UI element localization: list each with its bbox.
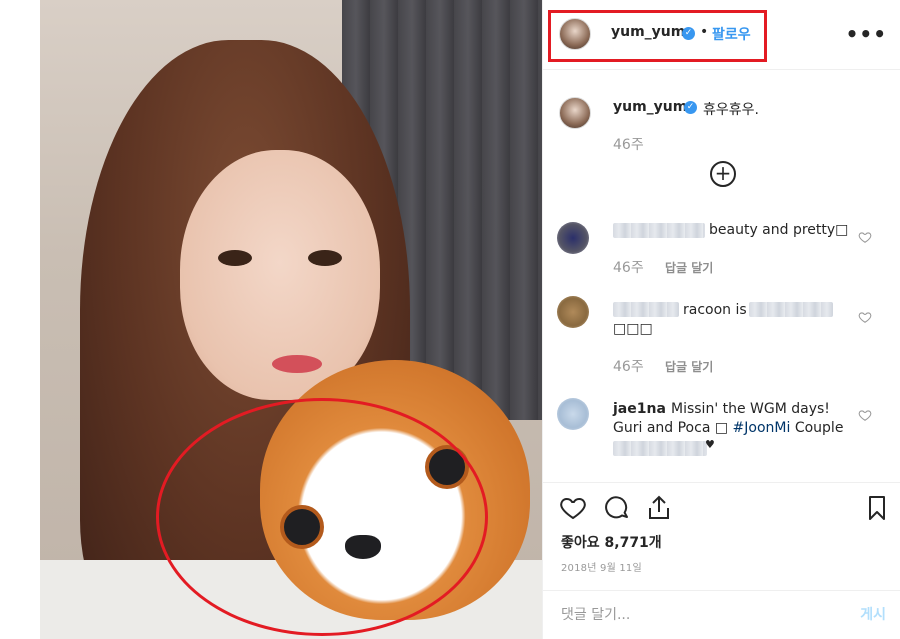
comment-text: racoon is: [683, 302, 747, 318]
comment-username[interactable]: jae1na: [613, 401, 666, 417]
verified-badge-icon: ✓: [684, 101, 697, 114]
bookmark-icon[interactable]: [863, 494, 891, 522]
post-photo[interactable]: [40, 0, 542, 639]
blurred-username: [613, 302, 679, 317]
follow-button[interactable]: 팔로우: [712, 24, 751, 44]
left-eye: [218, 250, 252, 266]
post-header: yum_yum ✓ • 팔로우 •••: [543, 0, 900, 70]
verified-badge-icon: ✓: [682, 27, 695, 40]
caption-avatar[interactable]: [559, 97, 591, 129]
comment-text-line2: □□□: [613, 321, 653, 337]
comment-avatar[interactable]: [557, 398, 589, 430]
more-icon[interactable]: •••: [846, 22, 887, 46]
caption-username[interactable]: yum_yum: [613, 99, 687, 115]
divider: [543, 482, 900, 483]
like-heart-icon[interactable]: [559, 494, 587, 522]
heart-icon[interactable]: [858, 230, 872, 244]
share-icon[interactable]: [645, 494, 673, 522]
lips: [272, 355, 322, 373]
comment-input[interactable]: 댓글 달기...: [561, 604, 630, 624]
comment-avatar[interactable]: [557, 296, 589, 328]
avatar[interactable]: [559, 18, 591, 50]
header-username[interactable]: yum_yum: [611, 24, 685, 40]
post-comment-button[interactable]: 게시: [860, 604, 886, 624]
hashtag-link[interactable]: #JoonMi: [733, 420, 791, 436]
comment-time[interactable]: 46주: [613, 257, 644, 277]
caption-time[interactable]: 46주: [613, 134, 644, 154]
heart-symbol: ♥: [705, 438, 715, 451]
post-side-panel: yum_yum ✓ • 팔로우 ••• yum_yum ✓ 휴우휴우. 46주 …: [542, 0, 900, 639]
comment-time[interactable]: 46주: [613, 356, 644, 376]
separator-dot: •: [700, 24, 709, 40]
likes-count[interactable]: 좋아요 8,771개: [561, 532, 662, 552]
reply-button[interactable]: 답글 달기: [665, 259, 713, 276]
comment-text-line2: Guri and Poca □ #JoonMi Couple: [613, 420, 844, 436]
divider: [543, 590, 900, 591]
reply-button[interactable]: 답글 달기: [665, 358, 713, 375]
blurred-text: [749, 302, 833, 317]
blurred-text: [613, 441, 707, 456]
comment-text: Missin' the WGM days!: [671, 401, 830, 417]
heart-icon[interactable]: [858, 310, 872, 324]
comment-text: beauty and pretty□: [709, 222, 849, 238]
annotation-ellipse: [156, 398, 488, 636]
right-eye: [308, 250, 342, 266]
comment-avatar[interactable]: [557, 222, 589, 254]
heart-icon[interactable]: [858, 408, 872, 422]
caption-text: 휴우휴우.: [703, 102, 759, 118]
blurred-username: [613, 223, 705, 238]
post-date: 2018년 9월 11일: [561, 563, 642, 574]
plus-circle-icon[interactable]: +: [710, 161, 736, 187]
comment-bubble-icon[interactable]: [603, 494, 631, 522]
